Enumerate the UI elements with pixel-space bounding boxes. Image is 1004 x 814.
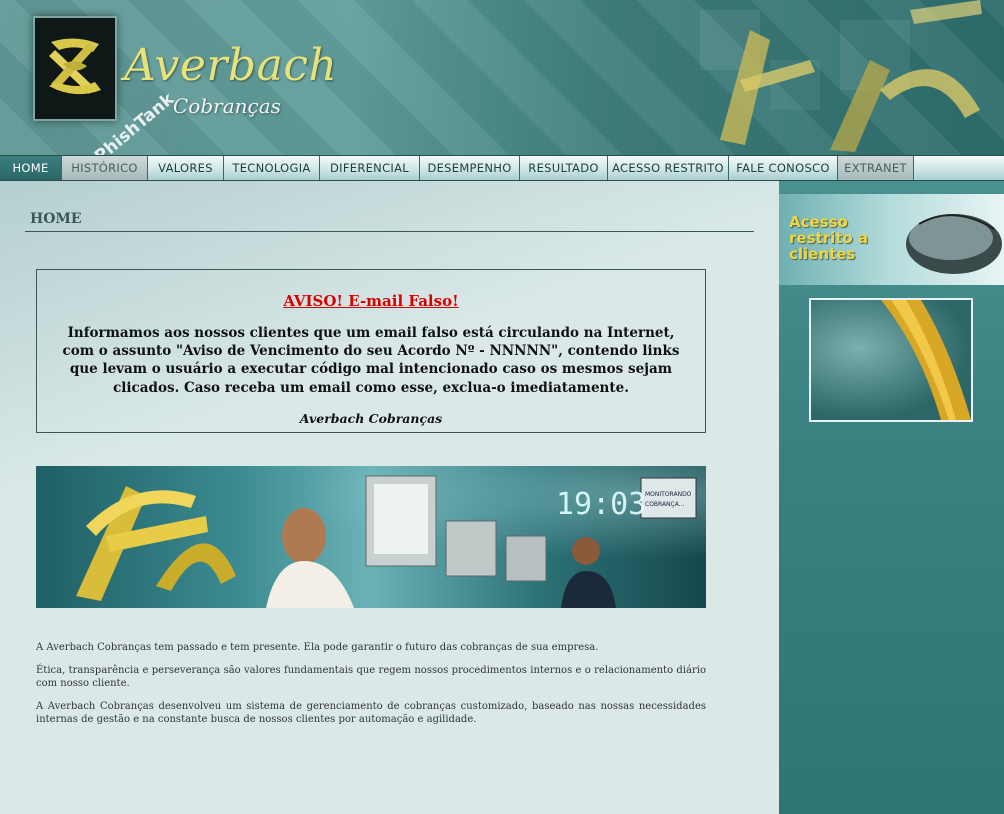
sidebar-image	[809, 298, 973, 422]
banner-screen-text-2: COBRANÇA...	[645, 501, 685, 508]
main-nav: HOME HISTÓRICO VALORES TECNOLOGIA DIFERE…	[0, 155, 1004, 181]
page-title: HOME	[30, 211, 82, 227]
nav-item-tecnologia[interactable]: TECNOLOGIA	[224, 156, 320, 180]
banner-clock: 19:03	[556, 487, 646, 522]
gold-shape-decoration	[881, 300, 971, 420]
nav-item-valores[interactable]: VALORES	[148, 156, 224, 180]
company-banner-image: 19:03 MONITORANDO COBRANÇA...	[36, 466, 706, 608]
nav-item-desempenho[interactable]: DESEMPENHO	[420, 156, 520, 180]
brand-subtitle: Cobranças	[173, 94, 281, 118]
nav-item-home[interactable]: HOME	[0, 156, 62, 180]
notice-title[interactable]: AVISO! E-mail Falso!	[55, 292, 687, 310]
intro-paragraph: A Averbach Cobranças tem passado e tem p…	[36, 642, 599, 653]
sidebar: Acesso restrito a clientes	[779, 181, 1004, 814]
nav-item-diferencial[interactable]: DIFERENCIAL	[320, 156, 420, 180]
main-content: HOME AVISO! E-mail Falso! Informamos aos…	[0, 181, 779, 814]
nav-item-extranet[interactable]: EXTRANET	[838, 156, 914, 180]
title-divider	[25, 231, 754, 232]
fake-email-notice: AVISO! E-mail Falso! Informamos aos noss…	[36, 269, 706, 433]
nav-item-resultado[interactable]: RESULTADO	[520, 156, 608, 180]
banner-illustration: 19:03 MONITORANDO COBRANÇA...	[76, 475, 697, 608]
banner-screen-text-1: MONITORANDO	[645, 491, 692, 498]
brand-name: Averbach	[124, 40, 338, 91]
nav-item-historico[interactable]: HISTÓRICO	[62, 156, 148, 180]
nav-item-acesso-restrito[interactable]: ACESSO RESTRITO	[608, 156, 729, 180]
notice-body: Informamos aos nossos clientes que um em…	[62, 325, 680, 396]
nav-item-fale-conosco[interactable]: FALE CONOSCO	[729, 156, 838, 180]
company-logo[interactable]	[33, 16, 117, 121]
restricted-access-banner[interactable]: Acesso restrito a clientes	[779, 194, 1004, 285]
logo-monogram-icon	[49, 38, 101, 95]
header-decoration	[700, 0, 982, 152]
restricted-access-text: Acesso restrito a clientes	[789, 213, 869, 263]
notice-signature: Averbach Cobranças	[299, 410, 443, 426]
intro-paragraph: A Averbach Cobranças desenvolveu um sist…	[36, 701, 706, 725]
intro-text: A Averbach Cobranças tem passado e tem p…	[36, 641, 706, 736]
site-header: Averbach Cobranças PhishTank	[0, 0, 1004, 155]
intro-paragraph: Ética, transparência e perseverança são …	[36, 665, 706, 689]
